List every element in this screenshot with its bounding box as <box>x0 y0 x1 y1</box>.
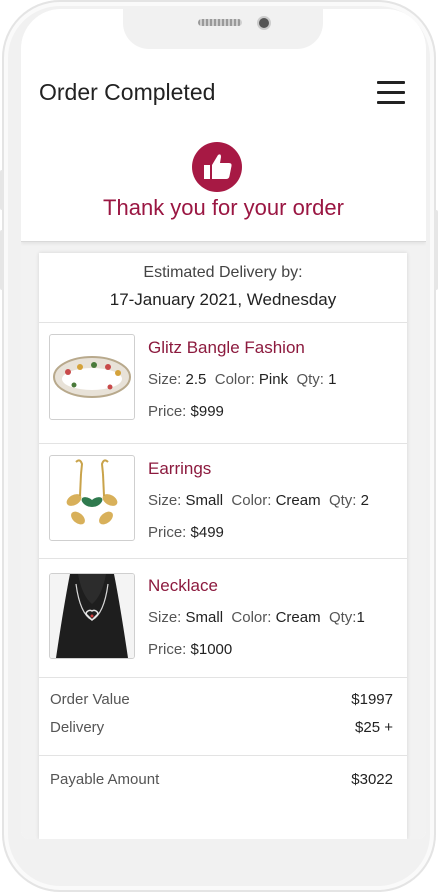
product-image-necklace <box>49 573 135 659</box>
product-options: Size: 2.5 Color: Pink Qty: 1 <box>148 371 337 388</box>
product-price: Price: $1000 <box>148 641 233 658</box>
phone-screen: Order Completed Thank you for your order… <box>21 9 426 839</box>
order-value-label: Order Value <box>50 691 130 708</box>
phone-side-button <box>0 170 4 210</box>
order-item[interactable]: Necklace Size: Small Color: Cream Qty:1 … <box>39 559 407 673</box>
order-details: Estimated Delivery by: 17-January 2021, … <box>39 253 407 839</box>
delivery-charge-label: Delivery <box>50 719 105 736</box>
phone-notch <box>123 9 323 49</box>
delivery-charge: $25 + <box>355 719 393 736</box>
order-value: $1997 <box>351 691 393 708</box>
phone-frame: Order Completed Thank you for your order… <box>0 0 438 892</box>
product-image-bangle <box>49 334 135 420</box>
divider <box>39 755 407 756</box>
page-title: Order Completed <box>39 79 216 105</box>
phone-power-button <box>434 210 438 290</box>
order-item[interactable]: Glitz Bangle Fashion Size: 2.5 Color: Pi… <box>39 323 407 437</box>
delivery-label: Estimated Delivery by: <box>143 264 303 281</box>
payable-amount: $3022 <box>351 771 393 788</box>
product-name[interactable]: Glitz Bangle Fashion <box>148 338 305 358</box>
delivery-date: 17-January 2021, Wednesday <box>109 290 337 309</box>
speaker-grille <box>198 19 242 26</box>
thumbs-up-icon <box>192 142 242 192</box>
product-name[interactable]: Necklace <box>148 576 218 596</box>
hamburger-menu-icon[interactable] <box>377 81 407 105</box>
product-options: Size: Small Color: Cream Qty: 2 <box>148 492 369 509</box>
payable-amount-label: Payable Amount <box>50 771 160 788</box>
product-price: Price: $499 <box>148 524 224 541</box>
divider <box>39 677 407 678</box>
product-options: Size: Small Color: Cream Qty:1 <box>148 609 365 626</box>
order-item[interactable]: Earrings Size: Small Color: Cream Qty: 2… <box>39 444 407 558</box>
confirmation-message: Thank you for your order <box>103 195 344 220</box>
front-camera <box>257 16 271 30</box>
product-price: Price: $999 <box>148 403 224 420</box>
phone-side-button <box>0 230 4 290</box>
product-image-earrings <box>49 455 135 541</box>
product-name[interactable]: Earrings <box>148 459 211 479</box>
